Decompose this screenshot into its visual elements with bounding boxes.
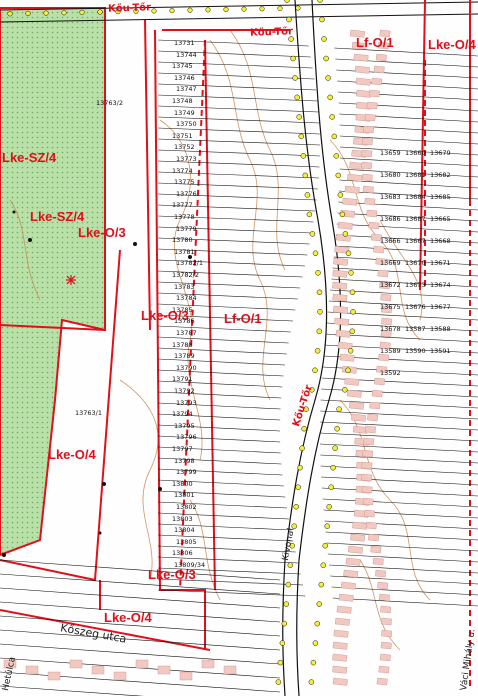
parcel-number[interactable]: 13788 bbox=[172, 342, 193, 349]
parcel-number[interactable]: 13589 bbox=[380, 348, 401, 355]
zone-label-lke-o-4-bottom[interactable]: Lke-O/4 bbox=[104, 611, 152, 624]
parcel-number[interactable]: 13750 bbox=[176, 121, 197, 128]
cadastral-map[interactable]: Lf-O/1 Lke-O/4 Lke-SZ/4 Lke-SZ/4 Lke-O/3… bbox=[0, 0, 478, 696]
parcel-number[interactable]: 13763/1 bbox=[75, 410, 102, 417]
parcel-number[interactable]: 13679 bbox=[430, 150, 451, 157]
parcel-number[interactable]: 13800 bbox=[172, 481, 193, 488]
parcel-number[interactable]: 13785 bbox=[172, 307, 193, 314]
parcel-number[interactable]: 13790 bbox=[176, 365, 197, 372]
parcel-number[interactable]: 13677 bbox=[430, 304, 451, 311]
parcel-number[interactable]: 13796 bbox=[176, 434, 197, 441]
zone-label-lke-o-4-left[interactable]: Lke-O/4 bbox=[48, 448, 96, 461]
parcel-number[interactable]: 13752 bbox=[174, 144, 195, 151]
zone-label-lf-o-1-mid[interactable]: Lf-O/1 bbox=[224, 312, 262, 325]
parcel-number[interactable]: 13774 bbox=[172, 168, 193, 175]
parcel-number[interactable]: 13687 bbox=[405, 216, 426, 223]
parcel-number[interactable]: 13795 bbox=[174, 423, 195, 430]
parcel-number[interactable]: 13675 bbox=[380, 304, 401, 311]
parcel-number[interactable]: 13809/34 bbox=[174, 562, 205, 569]
zone-label-lf-o-1-top[interactable]: Lf-O/1 bbox=[356, 36, 394, 49]
parcel-number[interactable]: 13806 bbox=[172, 550, 193, 557]
parcel-number[interactable]: 13778 bbox=[174, 214, 195, 221]
parcel-number[interactable]: 13671 bbox=[430, 260, 451, 267]
zone-label-lke-o-3-c[interactable]: Lke-O/3 bbox=[148, 568, 196, 581]
parcel-number[interactable]: 13731 bbox=[174, 40, 195, 47]
parcel-number[interactable]: 13678 bbox=[380, 326, 401, 333]
street-label-kouto-top: Kőu-Tőr bbox=[107, 2, 152, 15]
parcel-number[interactable]: 13670 bbox=[405, 260, 426, 267]
zone-label-lke-o-4-top[interactable]: Lke-O/4 bbox=[428, 38, 476, 51]
parcel-number[interactable]: 13682 bbox=[430, 172, 451, 179]
parcel-number[interactable]: 13799 bbox=[176, 469, 197, 476]
parcel-number[interactable]: 13665 bbox=[430, 216, 451, 223]
parcel-number[interactable]: 13666 bbox=[380, 238, 401, 245]
parcel-number[interactable]: 13591 bbox=[430, 348, 451, 355]
parcel-number[interactable]: 13674 bbox=[430, 282, 451, 289]
parcel-number[interactable]: 13793 bbox=[176, 400, 197, 407]
parcel-number[interactable]: 13590 bbox=[405, 348, 426, 355]
parcel-number[interactable]: 13749 bbox=[174, 110, 195, 117]
parcel-number[interactable]: 13783 bbox=[174, 284, 195, 291]
parcel-number[interactable]: 13801 bbox=[174, 492, 195, 499]
parcel-number[interactable]: 13592 bbox=[380, 370, 401, 377]
zone-label-lke-sz-4-b[interactable]: Lke-SZ/4 bbox=[30, 210, 84, 223]
parcel-number[interactable]: 13667 bbox=[405, 238, 426, 245]
parcel-number[interactable]: 13776 bbox=[176, 191, 197, 198]
parcel-number[interactable]: 13748 bbox=[172, 98, 193, 105]
zone-label-lke-o-3-a[interactable]: Lke-O/3 bbox=[78, 226, 126, 239]
parcel-number[interactable]: 13673 bbox=[405, 282, 426, 289]
parcel-number[interactable]: 13773 bbox=[176, 156, 197, 163]
parcel-number[interactable]: 13672 bbox=[380, 282, 401, 289]
parcel-number[interactable]: 13763/2 bbox=[96, 100, 123, 107]
parcel-number[interactable]: 13668 bbox=[430, 238, 451, 245]
parcel-number[interactable]: 13684 bbox=[405, 194, 426, 201]
parcel-number[interactable]: 13775 bbox=[174, 179, 195, 186]
parcel-number[interactable]: 13797 bbox=[172, 446, 193, 453]
parcel-number[interactable]: 13686 bbox=[380, 216, 401, 223]
asterisk-marker bbox=[66, 275, 76, 285]
parcel-number[interactable]: 13803 bbox=[172, 516, 193, 523]
parcel-number[interactable]: 13587 bbox=[405, 326, 426, 333]
parcel-number[interactable]: 13744 bbox=[176, 52, 197, 59]
parcel-number[interactable]: 13683 bbox=[380, 194, 401, 201]
zone-label-lke-sz-4-a[interactable]: Lke-SZ/4 bbox=[2, 151, 56, 164]
parcel-number[interactable]: 13745 bbox=[172, 63, 193, 70]
street-label-kouto-mid: Kőu-Tőr bbox=[249, 26, 294, 39]
parcel-number[interactable]: 13804 bbox=[174, 527, 195, 534]
parcel-number[interactable]: 13659 bbox=[380, 150, 401, 157]
parcel-number[interactable]: 13794 bbox=[172, 411, 193, 418]
parcel-number[interactable]: 13791 bbox=[172, 376, 193, 383]
parcel-number[interactable]: 13685 bbox=[430, 194, 451, 201]
parcel-number[interactable]: 13789 bbox=[174, 353, 195, 360]
parcel-number[interactable]: 13681 bbox=[405, 172, 426, 179]
parcel-number[interactable]: 13802 bbox=[176, 504, 197, 511]
parcel-number[interactable]: 13746 bbox=[174, 75, 195, 82]
parcel-number[interactable]: 13798 bbox=[174, 458, 195, 465]
parcel-number[interactable]: 13779 bbox=[176, 226, 197, 233]
parcel-number[interactable]: 13782/1 bbox=[176, 260, 203, 267]
parcel-number[interactable]: 13777 bbox=[172, 202, 193, 209]
main-road bbox=[282, 0, 342, 696]
parcel-number[interactable]: 13782/2 bbox=[172, 272, 199, 279]
parcel-number[interactable]: 13786 bbox=[174, 318, 195, 325]
parcel-number[interactable]: 13588 bbox=[430, 326, 451, 333]
parcel-number[interactable]: 13747 bbox=[176, 86, 197, 93]
parcel-number[interactable]: 13669 bbox=[380, 260, 401, 267]
parcel-number[interactable]: 13751 bbox=[172, 133, 193, 140]
parcel-number[interactable]: 13787 bbox=[176, 330, 197, 337]
parcel-number[interactable]: 13792 bbox=[174, 388, 195, 395]
parcel-number[interactable]: 13805 bbox=[176, 539, 197, 546]
parcel-number[interactable]: 13676 bbox=[405, 304, 426, 311]
parcel-number[interactable]: 13680 bbox=[380, 172, 401, 179]
parcel-number[interactable]: 13780 bbox=[172, 237, 193, 244]
parcel-number[interactable]: 13660 bbox=[405, 150, 426, 157]
agricultural-area bbox=[0, 7, 106, 557]
parcel-number[interactable]: 13781 bbox=[174, 249, 195, 256]
parcel-number[interactable]: 13784 bbox=[176, 295, 197, 302]
